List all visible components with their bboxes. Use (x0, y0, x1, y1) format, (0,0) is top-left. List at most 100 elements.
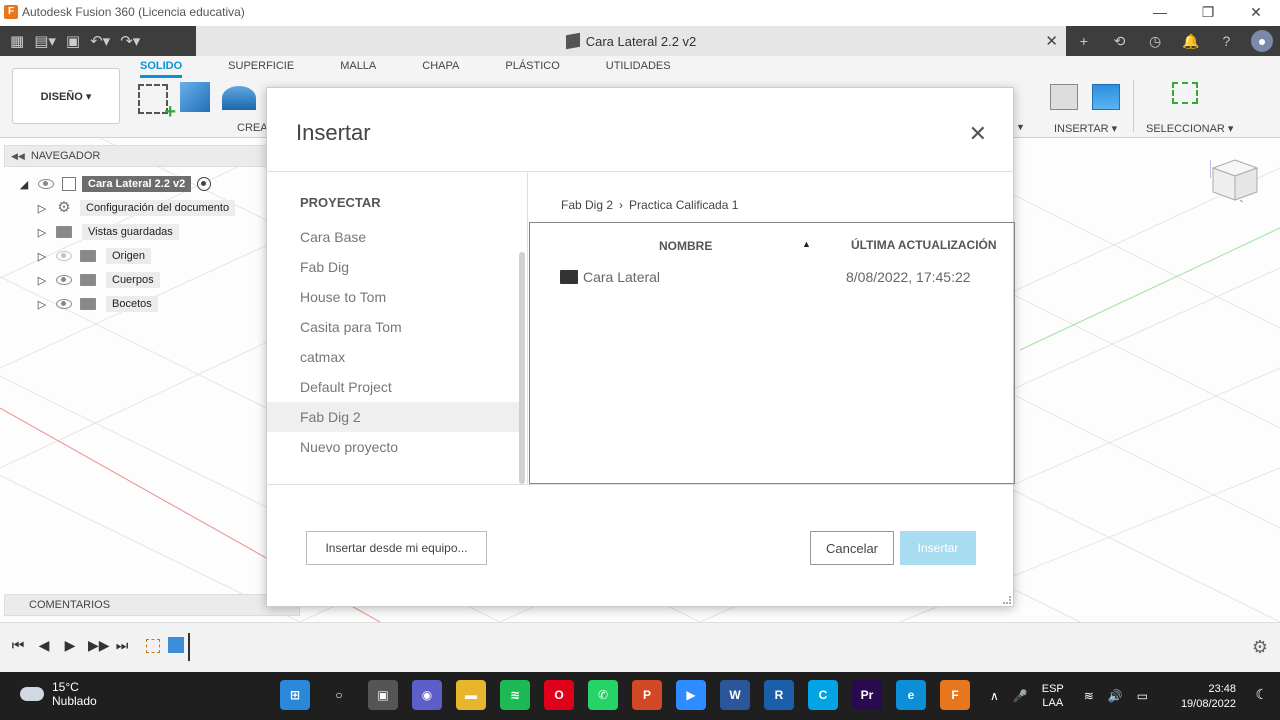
play-icon[interactable]: ▶ (62, 637, 78, 654)
windows-start-icon[interactable]: ⊞ (280, 680, 310, 710)
edge-icon[interactable]: e (896, 680, 926, 710)
save-icon[interactable]: ▣ (66, 32, 80, 50)
expand-triangle-icon[interactable]: ◢ (18, 178, 30, 191)
resize-grip-icon[interactable] (1003, 596, 1011, 604)
go-to-end-icon[interactable]: ⏭ (114, 637, 130, 654)
tab-plastico[interactable]: PLÁSTICO (505, 60, 559, 78)
create-group-label[interactable]: CREA (237, 122, 268, 134)
revolve-icon[interactable] (222, 86, 256, 110)
minimize-button[interactable]: — (1136, 0, 1184, 24)
visibility-eye-icon[interactable] (56, 299, 72, 309)
more-dropdown-icon[interactable]: ▼ (1016, 122, 1025, 132)
visibility-eye-icon[interactable] (56, 275, 72, 285)
expand-triangle-icon[interactable]: ▷ (36, 274, 48, 287)
word-icon[interactable]: W (720, 680, 750, 710)
fusion360-icon[interactable]: F (940, 680, 970, 710)
file-explorer-icon[interactable]: ▬ (456, 680, 486, 710)
collapse-navigator-icon[interactable]: ◀◀ (11, 151, 25, 162)
tree-item-settings[interactable]: ▷ ⚙ Configuración del documento (18, 196, 236, 220)
language-indicator[interactable]: ESP LAA (1042, 682, 1064, 710)
grid-icon[interactable]: ▦ (10, 32, 24, 50)
tab-malla[interactable]: MALLA (340, 60, 376, 78)
tab-solido[interactable]: SOLIDO (140, 60, 183, 78)
weather-widget[interactable]: 15°C Nublado (20, 680, 97, 708)
user-avatar[interactable]: ● (1251, 30, 1274, 52)
step-forward-icon[interactable]: ▶▶ (88, 637, 110, 654)
whatsapp-icon[interactable]: ✆ (588, 680, 618, 710)
cancel-button[interactable]: Cancelar (810, 531, 894, 565)
battery-icon[interactable]: ▭ (1137, 689, 1148, 703)
file-row[interactable]: Cara Lateral 8/08/2022, 17:45:22 (560, 267, 1000, 287)
step-back-icon[interactable]: ◀ (36, 637, 52, 654)
opera-icon[interactable]: O (544, 680, 574, 710)
document-tab[interactable]: Cara Lateral 2.2 v2 ✕ (196, 26, 1066, 56)
dialog-close-icon[interactable]: ✕ (969, 123, 987, 145)
search-icon[interactable]: ○ (324, 680, 354, 710)
task-view-icon[interactable]: ▣ (368, 680, 398, 710)
tab-chapa[interactable]: CHAPA (422, 60, 459, 78)
tree-item-sketches[interactable]: ▷ Bocetos (18, 292, 235, 316)
insert-from-computer-button[interactable]: Insertar desde mi equipo... (306, 531, 487, 565)
workspace-dropdown[interactable]: DISEÑO ▾ (12, 68, 120, 124)
tree-item-saved-views[interactable]: ▷ Vistas guardadas (18, 220, 235, 244)
zoom-icon[interactable]: ▶ (676, 680, 706, 710)
project-item[interactable]: catmax (267, 342, 519, 372)
tab-superficie[interactable]: SUPERFICIE (228, 60, 294, 78)
insert-group-label[interactable]: INSERTAR ▾ (1054, 122, 1117, 135)
select-group-label[interactable]: SELECCIONAR ▾ (1146, 122, 1233, 135)
insert-canvas-icon[interactable] (1092, 84, 1120, 110)
timeline-settings-icon[interactable]: ⚙ (1252, 637, 1268, 658)
extrude-icon[interactable] (180, 82, 210, 112)
close-window-button[interactable]: ✕ (1232, 0, 1280, 24)
project-item[interactable]: Default Project (267, 372, 519, 402)
premiere-icon[interactable]: Pr (852, 680, 882, 710)
navigator-bar[interactable]: ◀◀ NAVEGADOR (4, 145, 300, 167)
notifications-icon[interactable]: 🔔 (1180, 30, 1202, 52)
project-item[interactable]: Fab Dig (267, 252, 519, 282)
job-status-icon[interactable]: ◷ (1144, 30, 1166, 52)
expand-triangle-icon[interactable]: ▷ (36, 226, 48, 239)
tree-item-origin[interactable]: ▷ Origen (18, 244, 235, 268)
powerpoint-icon[interactable]: P (632, 680, 662, 710)
redo-icon[interactable]: ↷▾ (120, 32, 140, 50)
chat-icon[interactable]: ◉ (412, 680, 442, 710)
insert-derive-icon[interactable] (1050, 84, 1078, 110)
cortona-icon[interactable]: C (808, 680, 838, 710)
select-icon[interactable] (1172, 82, 1198, 104)
project-item[interactable]: Fab Dig 2 (267, 402, 519, 432)
column-header-name[interactable]: NOMBRE (659, 239, 712, 253)
timeline-sketch-feature[interactable] (146, 639, 160, 653)
timeline-marker[interactable] (188, 633, 190, 661)
maximize-button[interactable]: ❐ (1184, 0, 1232, 24)
go-to-start-icon[interactable]: ⏮ (10, 637, 26, 654)
timeline-extrude-feature[interactable] (168, 637, 184, 653)
project-list-scrollbar[interactable] (519, 252, 525, 484)
expand-triangle-icon[interactable]: ▷ (36, 250, 48, 263)
show-hidden-icons-icon[interactable]: ∧ (990, 689, 999, 703)
project-item[interactable]: Nuevo proyecto (267, 432, 519, 462)
create-sketch-icon[interactable] (138, 84, 176, 124)
project-item[interactable]: Cara Base (267, 222, 519, 252)
breadcrumb-folder[interactable]: Practica Calificada 1 (629, 198, 738, 212)
microphone-icon[interactable]: 🎤 (1013, 689, 1028, 703)
close-tab-icon[interactable]: ✕ (1045, 32, 1058, 50)
view-cube[interactable] (1210, 158, 1260, 202)
column-header-updated[interactable]: ÚLTIMA ACTUALIZACIÓN (851, 238, 997, 252)
tree-root[interactable]: ◢ Cara Lateral 2.2 v2 (18, 172, 235, 196)
new-tab-icon[interactable]: + (1073, 30, 1095, 52)
tab-utilidades[interactable]: UTILIDADES (606, 60, 671, 78)
visibility-eye-icon[interactable] (38, 179, 54, 189)
extensions-icon[interactable]: ⟲ (1108, 30, 1130, 52)
tree-item-bodies[interactable]: ▷ Cuerpos (18, 268, 235, 292)
wifi-icon[interactable]: ≋ (1084, 689, 1094, 703)
comments-bar[interactable]: COMENTARIOS (4, 594, 300, 616)
system-clock[interactable]: 23:48 19/08/2022 (1181, 682, 1236, 712)
project-item[interactable]: House to Tom (267, 282, 519, 312)
spotify-icon[interactable]: ≋ (500, 680, 530, 710)
expand-triangle-icon[interactable]: ▷ (36, 202, 48, 215)
hidden-eye-icon[interactable] (56, 251, 72, 261)
expand-triangle-icon[interactable]: ▷ (36, 298, 48, 311)
volume-icon[interactable]: 🔊 (1108, 689, 1123, 703)
undo-icon[interactable]: ↶▾ (90, 32, 110, 50)
activate-target-icon[interactable] (197, 177, 212, 191)
